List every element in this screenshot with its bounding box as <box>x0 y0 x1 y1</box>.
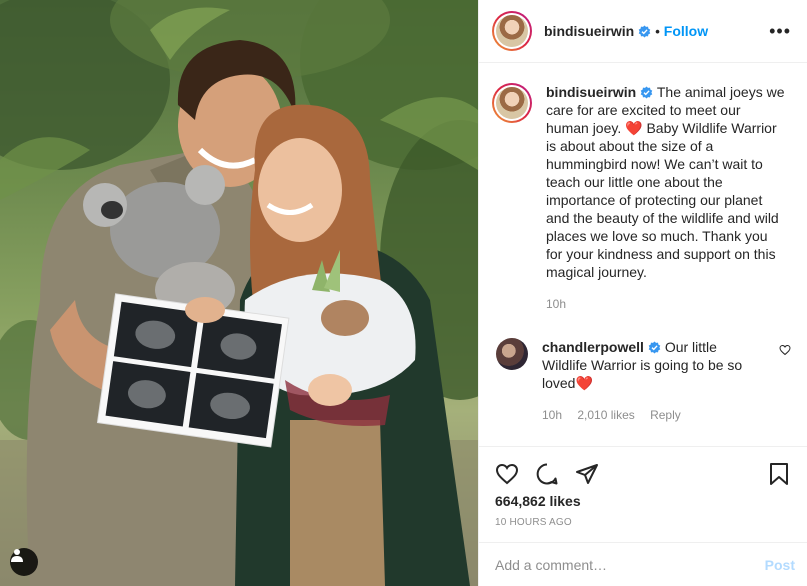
commenter-avatar[interactable] <box>496 338 528 370</box>
speech-bubble-icon[interactable] <box>535 462 559 486</box>
reply-button[interactable]: Reply <box>650 408 681 422</box>
post-comment-button[interactable]: Post <box>765 557 795 573</box>
post-side-panel: bindisueirwin • Follow ••• bindisueirwin… <box>478 0 807 586</box>
comment-body: chandlerpowell Our little Wildlife Warri… <box>542 338 752 424</box>
caption-author-avatar[interactable] <box>492 83 532 123</box>
commenter-username[interactable]: chandlerpowell <box>542 339 644 355</box>
comment-likes[interactable]: 2,010 likes <box>577 408 634 422</box>
bookmark-icon[interactable] <box>767 462 791 486</box>
user-tag-icon <box>11 549 23 562</box>
author-avatar[interactable] <box>492 11 532 51</box>
photo-illustration <box>0 0 478 586</box>
post-header: bindisueirwin • Follow ••• <box>479 0 807 63</box>
post-actions-area: 664,862 likes 10 HOURS AGO <box>479 446 807 542</box>
paper-plane-icon[interactable] <box>575 462 599 486</box>
comments-section: bindisueirwin The animal joeys we care f… <box>479 63 807 446</box>
caption: bindisueirwin The animal joeys we care f… <box>492 83 791 313</box>
caption-text-part2: Baby Wildlife Warrior is about about the… <box>546 120 779 280</box>
caption-meta: 10h <box>546 295 786 313</box>
heart-outline-icon[interactable] <box>495 462 519 486</box>
add-comment-bar: Post <box>479 542 807 586</box>
comment-item: chandlerpowell Our little Wildlife Warri… <box>492 338 791 424</box>
comment-age[interactable]: 10h <box>542 408 562 422</box>
post-timestamp[interactable]: 10 HOURS AGO <box>495 517 791 528</box>
instagram-post-modal: bindisueirwin • Follow ••• bindisueirwin… <box>0 0 807 586</box>
header-separator: • <box>655 23 660 39</box>
author-username[interactable]: bindisueirwin <box>544 23 634 39</box>
verified-badge-icon <box>640 86 653 99</box>
post-photo[interactable] <box>0 0 478 586</box>
caption-age[interactable]: 10h <box>546 297 566 311</box>
comment-meta: 10h 2,010 likes Reply <box>542 406 752 424</box>
heart-emoji: ❤️ <box>625 120 643 136</box>
comment-input[interactable] <box>495 556 765 573</box>
small-heart-icon[interactable] <box>779 344 791 356</box>
likes-count[interactable]: 664,862 likes <box>495 493 791 509</box>
caption-username[interactable]: bindisueirwin <box>546 84 636 100</box>
heart-emoji: ❤️ <box>575 375 593 391</box>
verified-badge-icon <box>648 341 661 354</box>
user-tag-button[interactable] <box>10 548 38 576</box>
more-options-button[interactable]: ••• <box>769 21 791 42</box>
verified-badge-icon <box>638 24 651 38</box>
follow-button[interactable]: Follow <box>664 23 708 39</box>
action-bar <box>495 447 791 497</box>
caption-body: bindisueirwin The animal joeys we care f… <box>546 83 786 313</box>
